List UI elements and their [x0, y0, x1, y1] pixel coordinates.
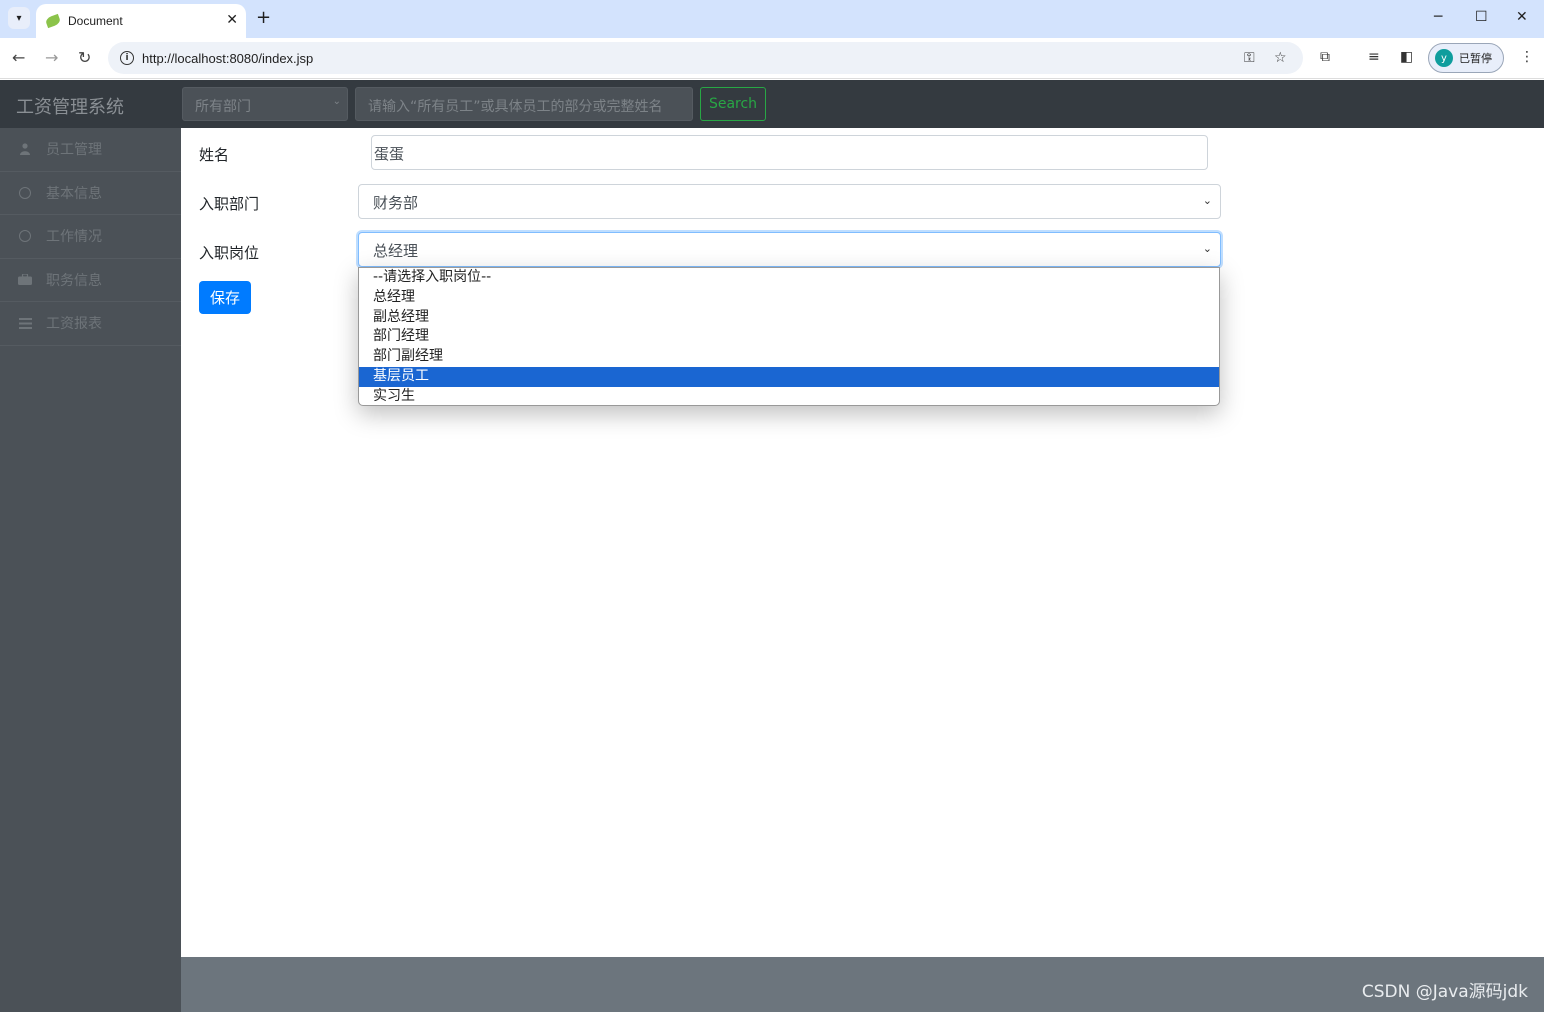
position-select-value: 总经理 — [373, 242, 419, 260]
dropdown-option[interactable]: --请选择入职岗位-- — [359, 268, 1219, 288]
circle-icon — [18, 230, 32, 243]
close-tab-icon[interactable]: ✕ — [226, 12, 238, 28]
briefcase-icon — [18, 274, 32, 286]
main-content: 姓名 蛋蛋 入职部门 财务部 ⌄ 入职岗位 总经理 ⌄ 保存 — [181, 128, 1544, 957]
browser-tab[interactable]: Document ✕ — [36, 4, 246, 38]
sidebar-item-label: 员工管理 — [46, 142, 102, 159]
dropdown-option[interactable]: 总经理 — [359, 288, 1219, 308]
browser-toolbar: ← → ↻ i http://localhost:8080/index.jsp … — [0, 38, 1544, 79]
chevron-down-icon: ▾ — [16, 12, 22, 24]
key-icon[interactable]: ⚿ — [1244, 50, 1255, 66]
sidebar: 员工管理 基本信息 工作情况 职务信息 工资报表 — [0, 128, 181, 1012]
forward-icon[interactable]: → — [45, 48, 58, 67]
sidebar-item-label: 职务信息 — [46, 272, 102, 289]
reload-icon[interactable]: ↻ — [78, 48, 91, 67]
avatar: y — [1435, 49, 1453, 67]
sidebar-item-work-status[interactable]: 工作情况 — [0, 215, 181, 259]
department-filter-select[interactable]: 所有部门 ⌄ — [182, 87, 348, 121]
profile-button[interactable]: y 已暂停 — [1428, 43, 1504, 73]
app-navbar: 工资管理系统 所有部门 ⌄ 请输入“所有员工”或具体员工的部分或完整姓名 Sea… — [0, 80, 1544, 128]
sidebar-item-salary-report[interactable]: 工资报表 — [0, 302, 181, 346]
side-panel-icon[interactable]: ◧ — [1400, 49, 1413, 65]
name-field-value: 蛋蛋 — [374, 145, 405, 163]
tab-title: Document — [68, 14, 123, 28]
footer: CSDN @Java源码jdk — [181, 957, 1544, 1012]
sidebar-item-label: 工作情况 — [46, 229, 102, 246]
media-icon[interactable]: ≡ — [1368, 49, 1380, 65]
position-label: 入职岗位 — [199, 244, 260, 262]
menu-icon[interactable]: ⋮ — [1520, 49, 1534, 65]
sidebar-item-position-info[interactable]: 职务信息 — [0, 259, 181, 302]
chevron-down-icon: ⌄ — [1202, 242, 1212, 255]
chevron-down-icon: ⌄ — [332, 96, 341, 107]
profile-status: 已暂停 — [1459, 52, 1492, 65]
department-filter-value: 所有部门 — [195, 99, 251, 115]
dropdown-option[interactable]: 实习生 — [359, 387, 1219, 405]
close-window-icon[interactable]: ✕ — [1516, 9, 1528, 25]
position-dropdown-list: --请选择入职岗位-- 总经理 副总经理 部门经理 部门副经理 基层员工 实习生 — [358, 267, 1220, 406]
sidebar-item-label: 工资报表 — [46, 316, 102, 333]
leaf-favicon-icon — [44, 13, 62, 29]
circle-icon — [18, 186, 32, 199]
user-icon — [18, 143, 32, 156]
chevron-down-icon: ⌄ — [1202, 194, 1212, 207]
app-brand[interactable]: 工资管理系统 — [16, 93, 124, 119]
dropdown-option[interactable]: 部门经理 — [359, 327, 1219, 347]
department-label: 入职部门 — [199, 195, 260, 213]
name-field[interactable]: 蛋蛋 — [371, 135, 1208, 170]
list-icon — [18, 317, 32, 329]
department-select-value: 财务部 — [373, 194, 419, 212]
sidebar-item-label: 基本信息 — [46, 185, 102, 202]
sidebar-item-basic-info[interactable]: 基本信息 — [0, 172, 181, 215]
dropdown-option[interactable]: 副总经理 — [359, 308, 1219, 328]
maximize-icon[interactable]: ☐ — [1475, 9, 1488, 25]
browser-tab-strip: ▾ Document ✕ + ─ ☐ ✕ — [0, 0, 1544, 38]
dropdown-option-highlighted[interactable]: 基层员工 — [359, 366, 1219, 387]
site-info-icon[interactable]: i — [120, 51, 134, 65]
minimize-icon[interactable]: ─ — [1434, 9, 1442, 25]
dropdown-option[interactable]: 部门副经理 — [359, 347, 1219, 367]
name-label: 姓名 — [199, 146, 230, 164]
address-bar[interactable]: i http://localhost:8080/index.jsp ⚿ ☆ — [108, 42, 1303, 74]
sidebar-item-employee-management[interactable]: 员工管理 — [0, 128, 181, 172]
new-tab-icon[interactable]: + — [256, 9, 271, 27]
extensions-icon[interactable]: ⧉ — [1320, 49, 1330, 65]
star-icon[interactable]: ☆ — [1274, 50, 1287, 66]
back-icon[interactable]: ← — [12, 48, 25, 67]
url-text: http://localhost:8080/index.jsp — [142, 50, 314, 66]
tab-search-button[interactable]: ▾ — [8, 7, 30, 29]
search-input[interactable]: 请输入“所有员工”或具体员工的部分或完整姓名 — [355, 87, 693, 121]
position-select[interactable]: 总经理 ⌄ — [358, 232, 1221, 267]
watermark: CSDN @Java源码jdk — [1361, 982, 1528, 1002]
save-button[interactable]: 保存 — [199, 281, 251, 314]
department-select[interactable]: 财务部 ⌄ — [358, 184, 1221, 219]
search-button[interactable]: Search — [700, 87, 766, 121]
